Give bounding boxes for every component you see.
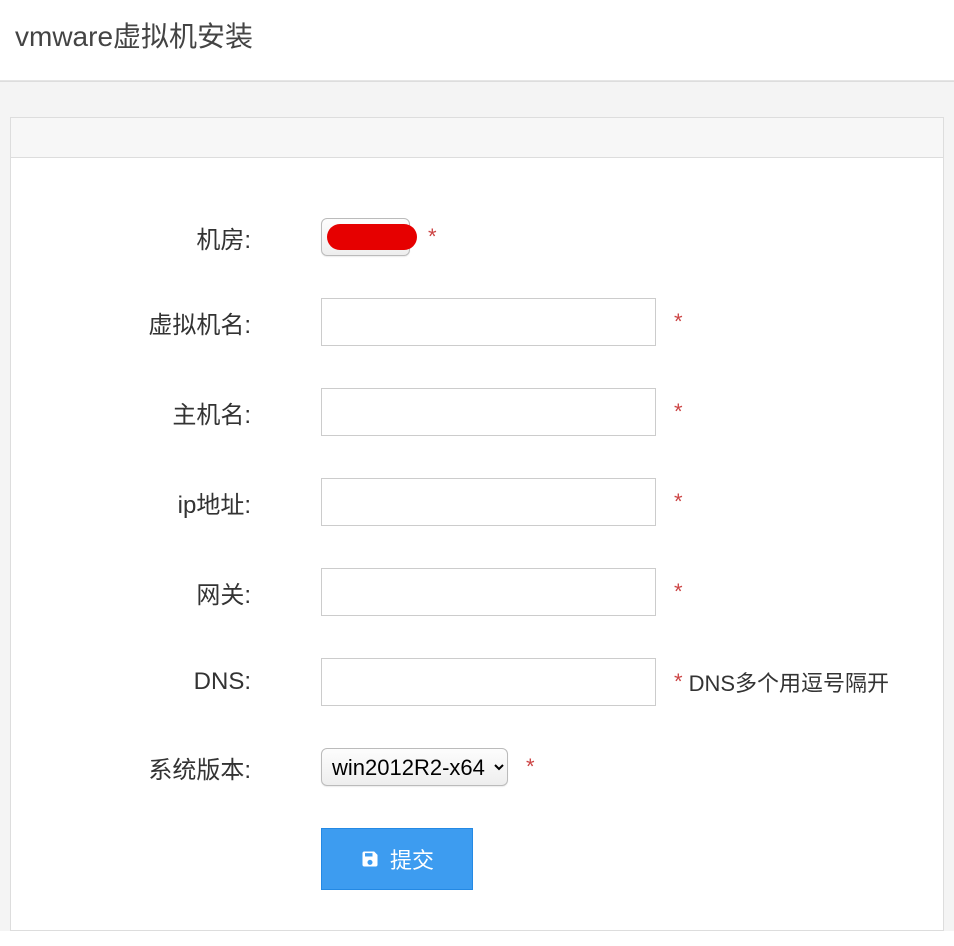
row-ip: ip地址: * (51, 478, 903, 526)
gateway-input[interactable] (321, 568, 656, 616)
form-panel: 机房: -CDH * 虚拟机名: * (10, 117, 944, 931)
row-gateway: 网关: * (51, 568, 903, 616)
row-vm-name: 虚拟机名: * (51, 298, 903, 346)
label-datacenter: 机房: (51, 220, 251, 255)
row-hostname: 主机名: * (51, 388, 903, 436)
label-hostname: 主机名: (51, 395, 251, 430)
required-mark: * (674, 579, 683, 605)
submit-row: 提交 (51, 828, 903, 890)
dns-hint: DNS多个用逗号隔开 (689, 666, 889, 698)
label-ip: ip地址: (51, 485, 251, 520)
ip-input[interactable] (321, 478, 656, 526)
row-dns: DNS: * DNS多个用逗号隔开 (51, 658, 903, 706)
submit-button[interactable]: 提交 (321, 828, 473, 890)
label-os-version: 系统版本: (51, 750, 251, 785)
panel-wrapper: 机房: -CDH * 虚拟机名: * (0, 81, 954, 931)
row-os-version: 系统版本: win2012R2-x64 * (51, 748, 903, 786)
required-mark: * (674, 669, 683, 695)
required-mark: * (674, 309, 683, 335)
row-datacenter: 机房: -CDH * (51, 218, 903, 256)
required-mark: * (526, 754, 535, 780)
hostname-input[interactable] (321, 388, 656, 436)
form-area: 机房: -CDH * 虚拟机名: * (11, 158, 943, 930)
submit-label: 提交 (390, 843, 434, 875)
vm-name-input[interactable] (321, 298, 656, 346)
label-dns: DNS: (51, 668, 251, 696)
label-gateway: 网关: (51, 575, 251, 610)
required-mark: * (674, 399, 683, 425)
required-mark: * (428, 224, 437, 250)
os-version-select[interactable]: win2012R2-x64 (321, 748, 508, 786)
page-title: vmware虚拟机安装 (0, 0, 954, 81)
label-vm-name: 虚拟机名: (51, 305, 251, 340)
dns-input[interactable] (321, 658, 656, 706)
panel-header (11, 118, 943, 158)
datacenter-select[interactable]: -CDH (321, 218, 410, 256)
save-icon (360, 849, 380, 869)
required-mark: * (674, 489, 683, 515)
